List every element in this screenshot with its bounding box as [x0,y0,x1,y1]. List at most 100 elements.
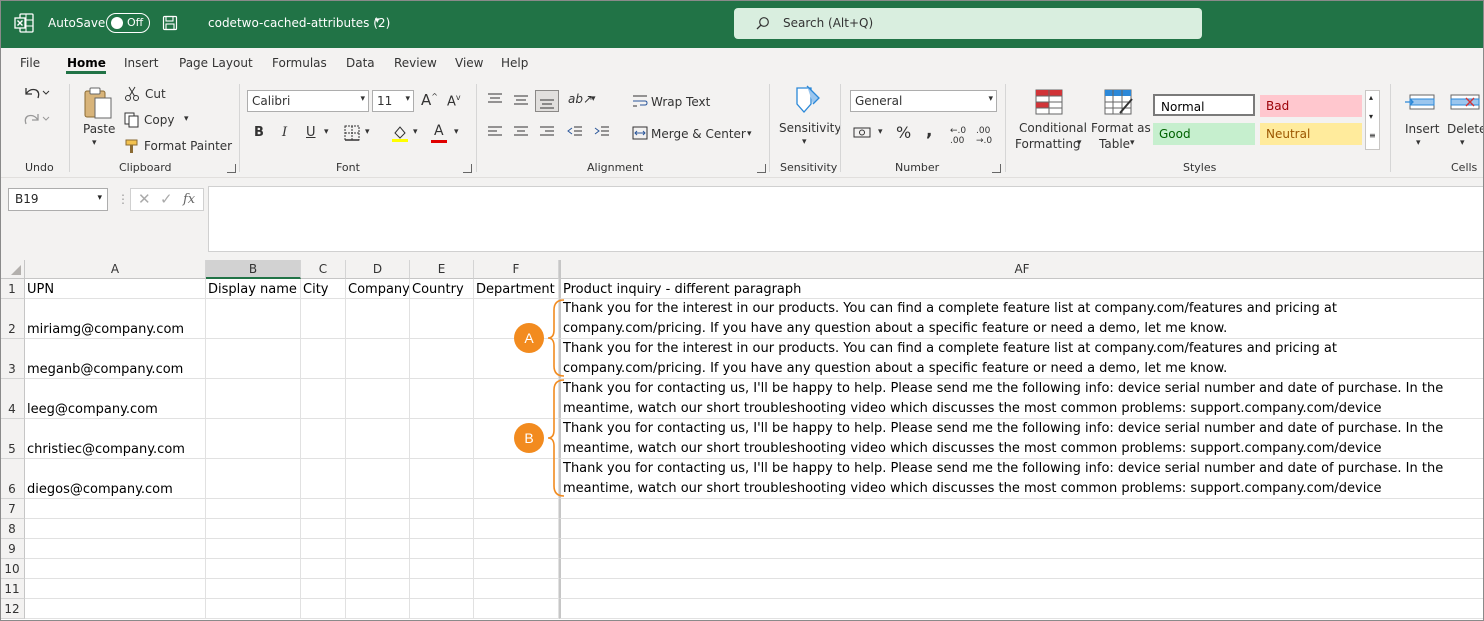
cell-d6[interactable] [346,459,410,499]
tab-review[interactable]: Review [394,56,437,70]
tab-home[interactable]: Home [67,56,106,70]
cell-e4[interactable] [410,379,474,419]
cell-af9[interactable] [559,539,1484,559]
cell-b7[interactable] [206,499,301,519]
number-launcher-icon[interactable] [992,164,1001,173]
cell-a7[interactable] [25,499,206,519]
conditional-formatting-label-1[interactable]: Conditional [1019,121,1087,135]
copy-icon[interactable] [124,112,140,128]
delete-cells-icon[interactable] [1449,89,1481,115]
cell-e5[interactable] [410,419,474,459]
chevron-down-icon[interactable]: ▾ [375,16,380,26]
cell-d10[interactable] [346,559,410,579]
cell-af1[interactable]: Product inquiry - different paragraph [559,279,1484,299]
column-header-e[interactable]: E [410,260,474,279]
cell-a9[interactable] [25,539,206,559]
number-format-select[interactable]: General ▾ [850,90,997,112]
comma-style-icon[interactable]: , [926,121,932,141]
cell-c6[interactable] [301,459,346,499]
cell-d5[interactable] [346,419,410,459]
row-header-10[interactable]: 10 [0,559,25,579]
chevron-down-icon[interactable]: ▾ [365,127,370,137]
cell-e12[interactable] [410,599,474,619]
cell-e1[interactable]: Country [410,279,474,299]
currency-icon[interactable] [853,126,873,140]
cell-af5[interactable]: Thank you for contacting us, I'll be hap… [559,419,1484,459]
cell-af6[interactable]: Thank you for contacting us, I'll be hap… [559,459,1484,499]
autosave-toggle[interactable]: Off [106,13,150,33]
cell-a2[interactable]: miriamg@company.com [25,299,206,339]
align-left-icon[interactable] [487,125,503,139]
underline-icon[interactable]: U [306,125,316,140]
paste-dropdown-icon[interactable]: ▾ [92,138,97,148]
cell-a8[interactable] [25,519,206,539]
cell-d12[interactable] [346,599,410,619]
align-top-icon[interactable] [487,93,503,107]
decrease-indent-icon[interactable] [567,125,583,139]
conditional-formatting-label-2[interactable]: Formatting [1015,137,1081,151]
cell-e11[interactable] [410,579,474,599]
chevron-down-icon[interactable]: ▾ [591,94,596,104]
chevron-down-icon[interactable]: ▾ [413,127,418,137]
cell-a3[interactable]: meganb@company.com [25,339,206,379]
cell-f12[interactable] [474,599,559,619]
cell-c1[interactable]: City [301,279,346,299]
increase-indent-icon[interactable] [594,125,610,139]
wrap-text-button[interactable]: Wrap Text [651,95,710,109]
row-header-4[interactable]: 4 [0,379,25,419]
row-header-8[interactable]: 8 [0,519,25,539]
cell-f7[interactable] [474,499,559,519]
cell-c9[interactable] [301,539,346,559]
fill-color-icon[interactable] [391,124,409,142]
cell-e9[interactable] [410,539,474,559]
styles-gallery-scroller[interactable]: ▴ ▾ ≡ [1365,90,1380,150]
confirm-formula-icon[interactable]: ✓ [160,190,173,208]
cell-af10[interactable] [559,559,1484,579]
tab-view[interactable]: View [455,56,483,70]
cell-f8[interactable] [474,519,559,539]
cut-button[interactable]: Cut [145,87,166,101]
cell-b1[interactable]: Display name [206,279,301,299]
cell-c8[interactable] [301,519,346,539]
cell-b12[interactable] [206,599,301,619]
cell-d11[interactable] [346,579,410,599]
paste-icon[interactable] [82,86,114,120]
chevron-down-icon[interactable]: ▾ [747,129,752,139]
column-header-c[interactable]: C [301,260,346,279]
cell-af2[interactable]: Thank you for the interest in our produc… [559,299,1484,339]
cell-af3[interactable]: Thank you for the interest in our produc… [559,339,1484,379]
select-all-corner[interactable] [0,260,25,279]
cell-e7[interactable] [410,499,474,519]
tab-help[interactable]: Help [501,56,528,70]
font-name-select[interactable]: Calibri ▾ [247,90,369,112]
cell-b5[interactable] [206,419,301,459]
chevron-down-icon[interactable]: ▾ [802,137,807,147]
alignment-launcher-icon[interactable] [757,164,766,173]
cell-a12[interactable] [25,599,206,619]
style-good[interactable]: Good [1153,123,1255,145]
row-header-9[interactable]: 9 [0,539,25,559]
name-box[interactable]: B19 ▾ [8,188,108,211]
cell-b8[interactable] [206,519,301,539]
cell-f9[interactable] [474,539,559,559]
bold-icon[interactable]: B [254,125,264,140]
chevron-up-icon[interactable]: ▴ [1369,93,1373,102]
align-bottom-button[interactable] [535,90,559,112]
cell-c2[interactable] [301,299,346,339]
cell-c11[interactable] [301,579,346,599]
increase-decimal-icon[interactable]: ←.0.00 [950,126,966,146]
column-header-f[interactable]: F [474,260,559,279]
cell-e2[interactable] [410,299,474,339]
cell-d7[interactable] [346,499,410,519]
cell-a1[interactable]: UPN [25,279,206,299]
chevron-down-icon[interactable]: ▾ [1460,138,1465,148]
cell-b2[interactable] [206,299,301,339]
chevron-down-icon[interactable]: ▾ [324,127,329,137]
format-as-table-icon[interactable] [1104,89,1134,115]
cell-af8[interactable] [559,519,1484,539]
row-header-2[interactable]: 2 [0,299,25,339]
cell-e8[interactable] [410,519,474,539]
chevron-down-icon[interactable]: ▾ [97,193,102,203]
cell-d9[interactable] [346,539,410,559]
cell-c10[interactable] [301,559,346,579]
